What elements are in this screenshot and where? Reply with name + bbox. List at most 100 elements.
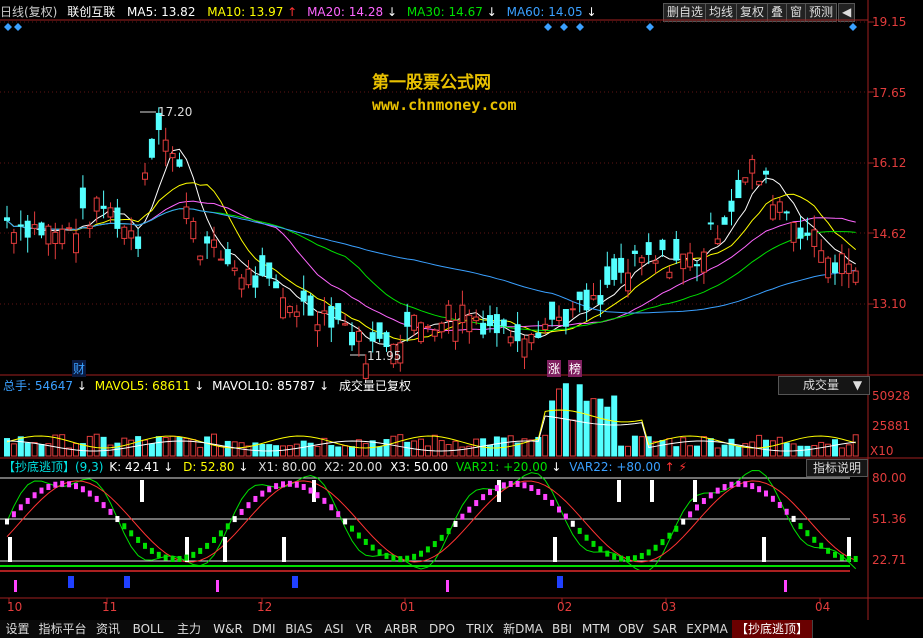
trend-dot	[833, 551, 837, 558]
tab-4[interactable]: 主力	[170, 620, 209, 638]
volume-bar	[286, 445, 293, 457]
candle-body	[424, 325, 431, 328]
tab-5[interactable]: W&R	[208, 620, 249, 638]
tab-11[interactable]: DPO	[424, 620, 461, 638]
candle-body	[4, 217, 10, 221]
trend-dot	[646, 549, 651, 556]
candle-body	[445, 304, 452, 321]
volume-bar	[397, 434, 404, 457]
signal-bar	[553, 537, 557, 562]
volume-selector[interactable]: 成交量 ▼	[778, 376, 870, 395]
volume-bar	[197, 446, 204, 457]
candle-body	[93, 197, 100, 212]
low-annotation: 11.95	[367, 349, 402, 363]
trend-dot	[136, 536, 141, 543]
trend-dot	[488, 489, 492, 496]
watermark-title: 第一股票公式网	[372, 73, 491, 93]
price-axis-label: 17.65	[872, 86, 907, 100]
tab-13[interactable]: 新DMA	[500, 620, 547, 638]
trend-dot	[25, 497, 30, 504]
volume-bar	[700, 436, 707, 457]
trend-dot	[46, 484, 51, 491]
volume-total: 总手: 54647	[3, 379, 74, 393]
trend-dot	[218, 530, 223, 537]
trend-dot	[315, 492, 320, 499]
candle-body	[728, 200, 735, 212]
month-label: 11	[102, 600, 118, 614]
tab-0[interactable]: 设置	[0, 620, 36, 638]
x1-value: X1: 80.00	[258, 460, 317, 474]
volume-bar	[631, 435, 638, 457]
indicator-axis-label: 51.36	[872, 512, 907, 526]
candle-body	[197, 255, 204, 261]
trend-dot	[384, 552, 389, 559]
rank-marker[interactable]: 榜	[568, 360, 583, 377]
tab-16[interactable]: OBV	[614, 620, 649, 638]
trend-dot	[626, 556, 630, 563]
candle-body	[466, 314, 473, 333]
mavol5-line	[6, 409, 856, 449]
finance-marker[interactable]: 财	[72, 360, 87, 377]
volume-bar	[31, 442, 38, 457]
trend-dot	[653, 544, 658, 551]
candle-body	[721, 217, 728, 225]
tab-17[interactable]: SAR	[648, 620, 683, 638]
tab-19[interactable]: 【抄底逃顶】	[732, 620, 813, 638]
trend-dot	[391, 555, 396, 562]
trend-dot	[674, 525, 679, 532]
candle-body	[707, 222, 714, 225]
trend-dot	[770, 495, 775, 502]
candle-body	[135, 236, 142, 249]
candle-body	[231, 267, 238, 272]
tab-18[interactable]: EXPMA	[682, 620, 733, 638]
candle-body	[252, 275, 259, 288]
tab-1[interactable]: 指标平台	[35, 620, 91, 638]
candle-body	[590, 295, 597, 300]
volume-bar	[735, 445, 742, 457]
trend-dot	[805, 530, 810, 537]
candle-body	[700, 251, 707, 273]
k-arrow: ↓	[163, 460, 174, 474]
trend-dot	[446, 528, 451, 535]
tab-15[interactable]: MTM	[578, 620, 615, 638]
indicator-help-button[interactable]: 指标说明	[806, 459, 868, 477]
trend-dot	[515, 480, 520, 487]
trend-dot	[543, 493, 548, 500]
candle-body	[17, 224, 24, 227]
tab-3[interactable]: BOLL	[126, 620, 171, 638]
var21-arrow: ↓	[551, 460, 562, 474]
trend-dot	[356, 532, 361, 539]
trend-dot	[439, 534, 444, 541]
volume-bar	[148, 443, 155, 457]
candle-body	[500, 319, 507, 327]
candle-body	[659, 239, 666, 251]
volume-bar	[266, 444, 273, 457]
candle-body	[714, 238, 721, 245]
candle-body	[756, 180, 763, 186]
trend-dot	[508, 480, 513, 487]
k-line	[6, 469, 857, 572]
candle-body	[549, 301, 556, 320]
tab-6[interactable]: DMI	[248, 620, 281, 638]
trend-dot	[232, 516, 237, 523]
limit-up-marker[interactable]: 涨	[547, 360, 562, 377]
trend-dot	[191, 551, 196, 558]
month-label: 12	[257, 600, 273, 614]
tab-10[interactable]: ARBR	[378, 620, 425, 638]
tab-2[interactable]: 资讯	[90, 620, 127, 638]
trend-dot	[294, 481, 299, 488]
trend-dot	[87, 490, 92, 497]
candle-body	[204, 236, 211, 244]
volume-bar	[314, 446, 321, 457]
ma60-line	[6, 208, 856, 314]
tab-7[interactable]: BIAS	[280, 620, 319, 638]
volume-bar	[100, 436, 107, 457]
tab-12[interactable]: TRIX	[460, 620, 501, 638]
candle-body	[556, 316, 562, 321]
tab-14[interactable]: BBI	[546, 620, 579, 638]
trend-dot	[225, 523, 230, 530]
candle-body	[245, 268, 252, 286]
tab-8[interactable]: ASI	[318, 620, 351, 638]
tab-9[interactable]: VR	[350, 620, 379, 638]
trend-dot	[129, 530, 134, 537]
